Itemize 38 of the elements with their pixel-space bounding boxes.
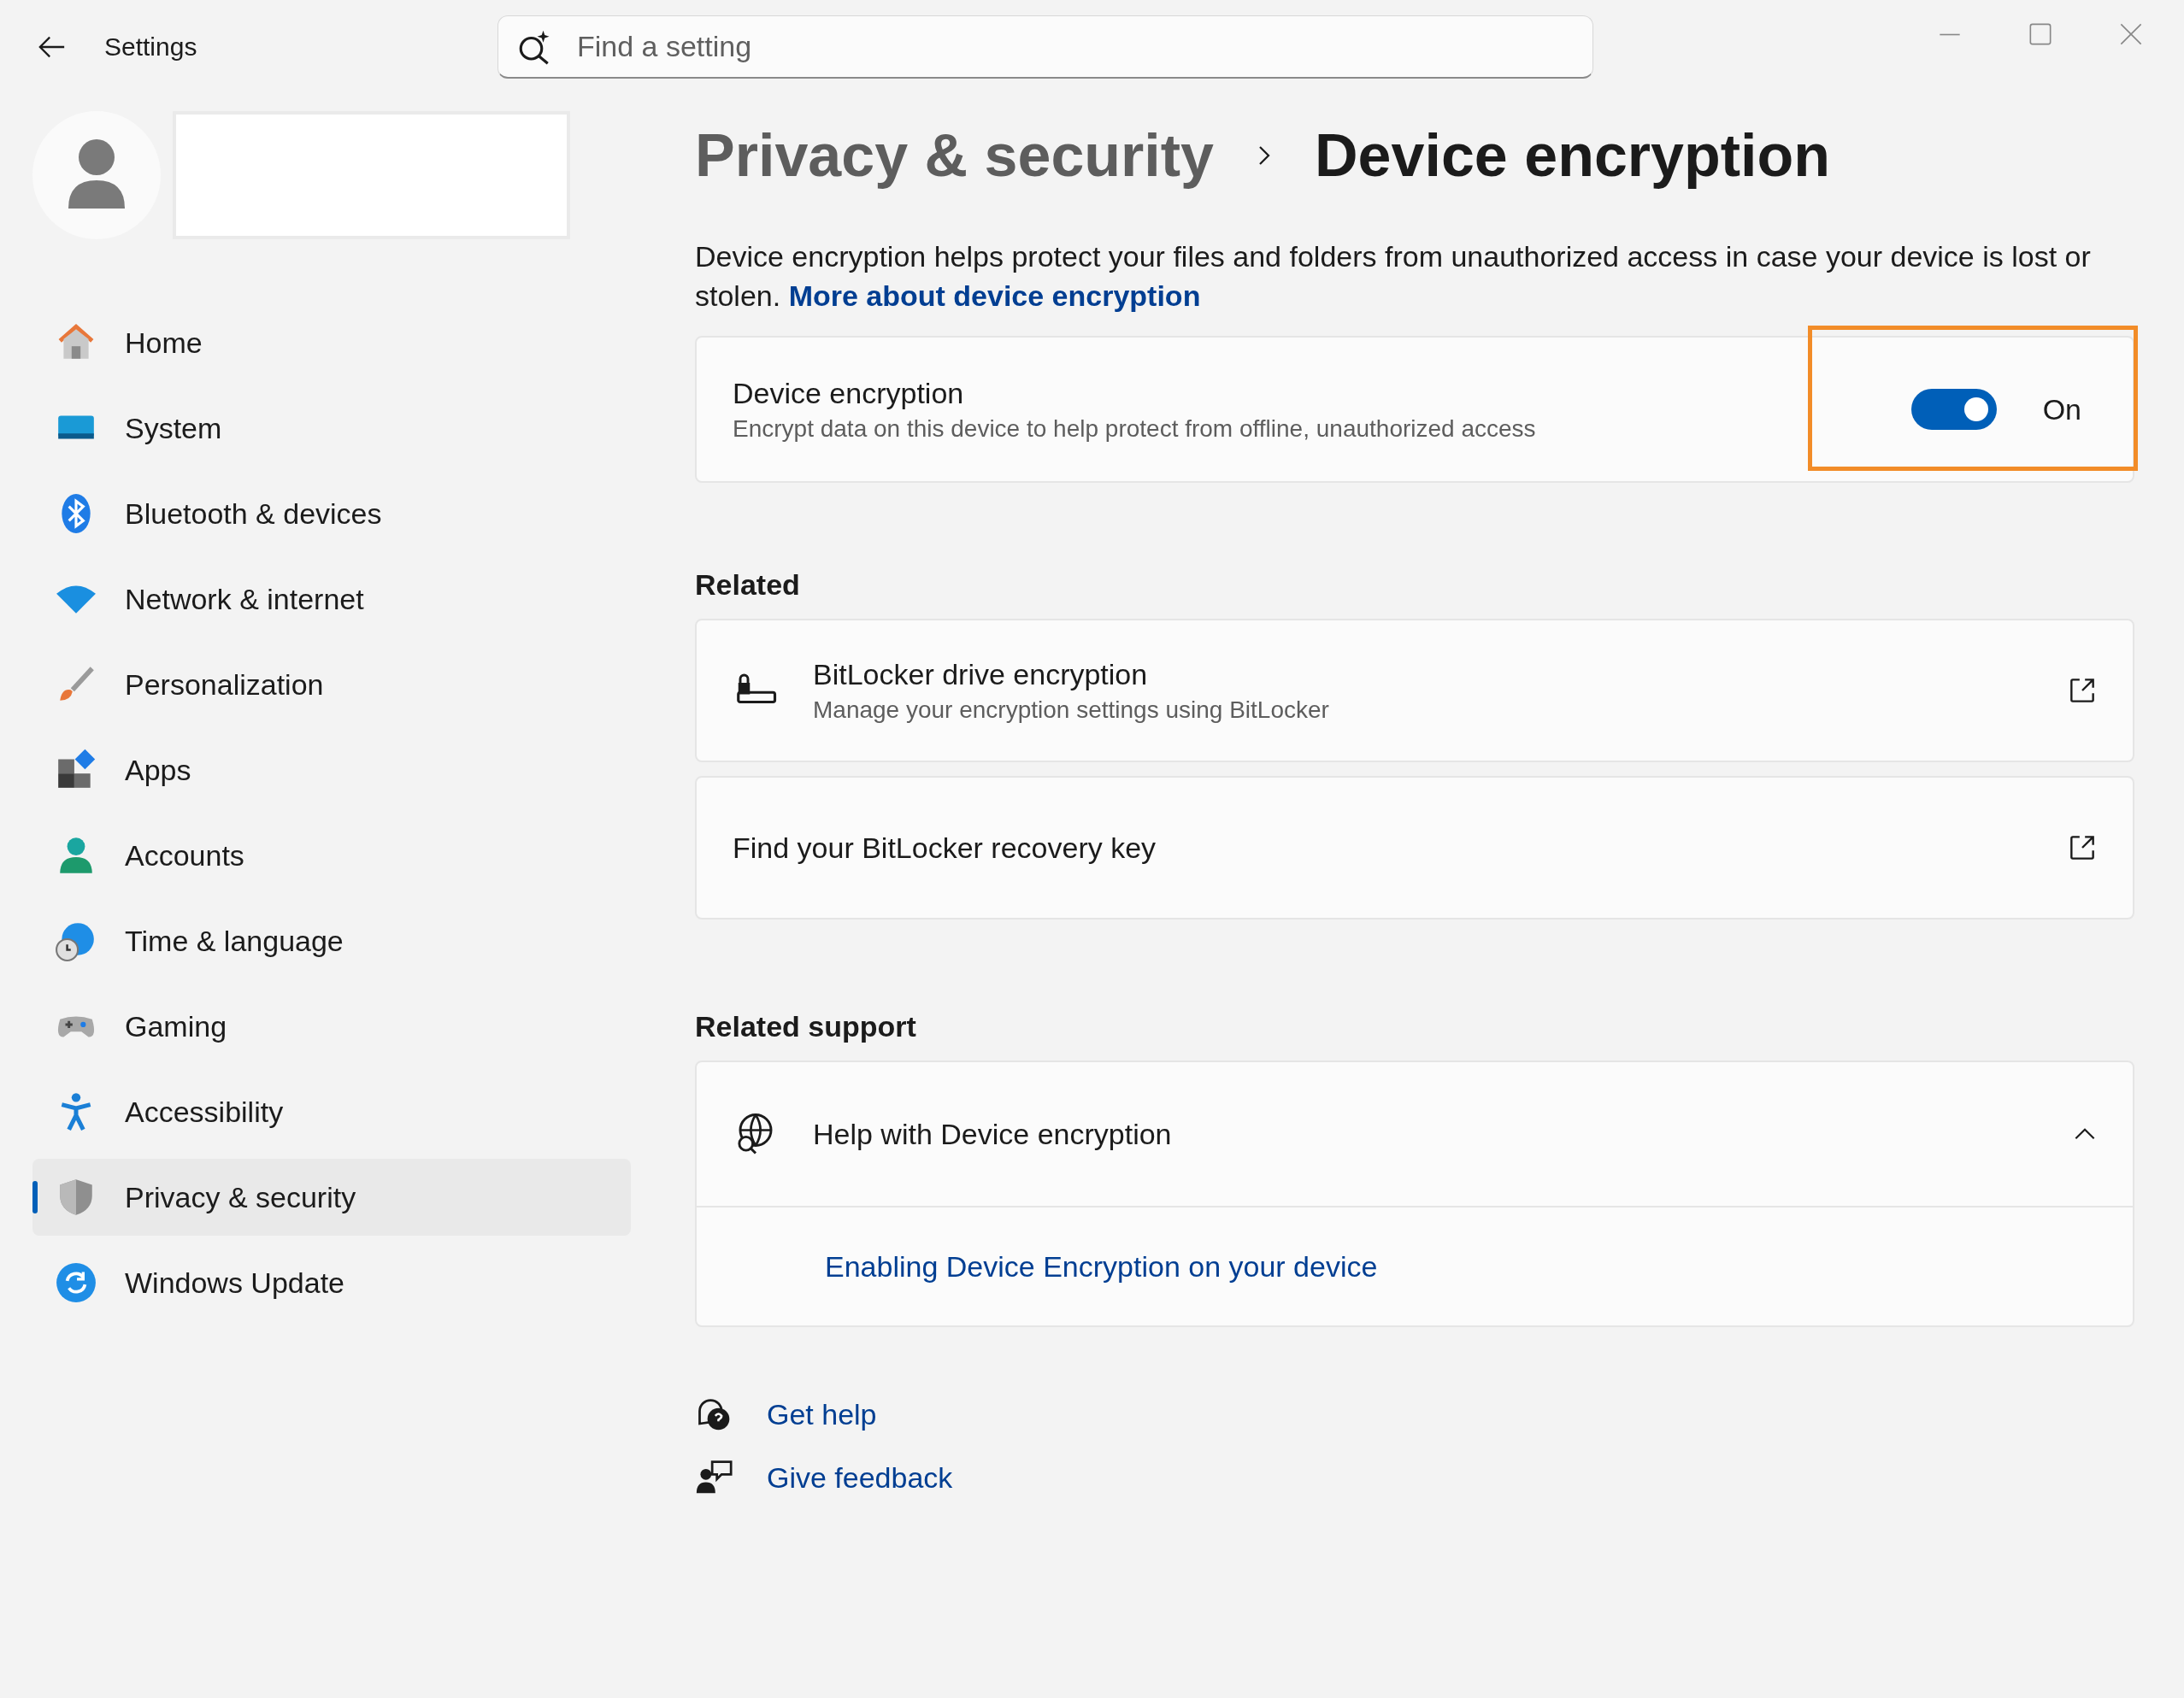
page-title: Device encryption xyxy=(1315,121,1831,190)
maximize-icon xyxy=(2028,22,2052,46)
nav-item[interactable]: Network & internet xyxy=(32,561,631,637)
close-icon xyxy=(2119,22,2143,46)
nav-item[interactable]: Time & language xyxy=(32,902,631,979)
toggle-state: On xyxy=(2042,392,2081,426)
setting-subtitle: Encrypt data on this device to help protect from offline, unauthorized access xyxy=(733,414,1537,443)
footer-link[interactable]: Get help xyxy=(767,1397,877,1431)
support-link[interactable]: Enabling Device Encryption on your device xyxy=(825,1249,1378,1284)
related-link-card[interactable]: BitLocker drive encryption Manage your encryption settings using BitLocker xyxy=(695,619,2134,762)
section-heading: Related xyxy=(695,568,801,602)
description-text: Device encryption helps protect your files and folders from unauthorized access in case your device is lost or stolen. More about device encryption xyxy=(695,239,2092,314)
nav-item[interactable]: Privacy & security xyxy=(32,1159,631,1236)
nav-item[interactable]: Gaming xyxy=(32,988,631,1065)
toggle-switch[interactable] xyxy=(1910,389,1997,430)
related-link-card[interactable]: Find your BitLocker recovery key xyxy=(695,776,2134,920)
section-heading: Related support xyxy=(695,1010,917,1043)
nav-item[interactable]: Bluetooth & devices xyxy=(32,475,631,552)
minimize-icon xyxy=(1938,32,1962,36)
more-info-link[interactable]: More about device encryption xyxy=(788,279,1201,312)
setting-title: Device encryption xyxy=(733,376,965,410)
breadcrumb-parent[interactable]: Privacy & security xyxy=(695,121,1215,190)
search-field[interactable]: Find a setting xyxy=(497,15,1593,79)
card-title: BitLocker drive encryption xyxy=(813,657,1149,691)
nav-item[interactable]: Accessibility xyxy=(32,1073,631,1150)
nav-item[interactable]: Apps xyxy=(32,731,631,808)
card-title: Find your BitLocker recovery key xyxy=(733,831,1157,865)
nav-item[interactable]: Accounts xyxy=(32,817,631,894)
nav-item[interactable]: System xyxy=(32,390,631,467)
card-subtitle: Manage your encryption settings using BitLocker xyxy=(813,696,1330,724)
nav-item[interactable]: Personalization xyxy=(32,646,631,723)
expander-header[interactable]: Help with Device encryption xyxy=(697,1062,2133,1206)
nav-item[interactable]: Windows Update xyxy=(32,1244,631,1321)
refresh-icon xyxy=(55,1261,97,1304)
selection-indicator xyxy=(32,1181,38,1213)
app-title: Settings xyxy=(104,32,198,62)
nav-item[interactable]: Home xyxy=(32,304,631,381)
footer-link[interactable]: Give feedback xyxy=(767,1460,953,1495)
